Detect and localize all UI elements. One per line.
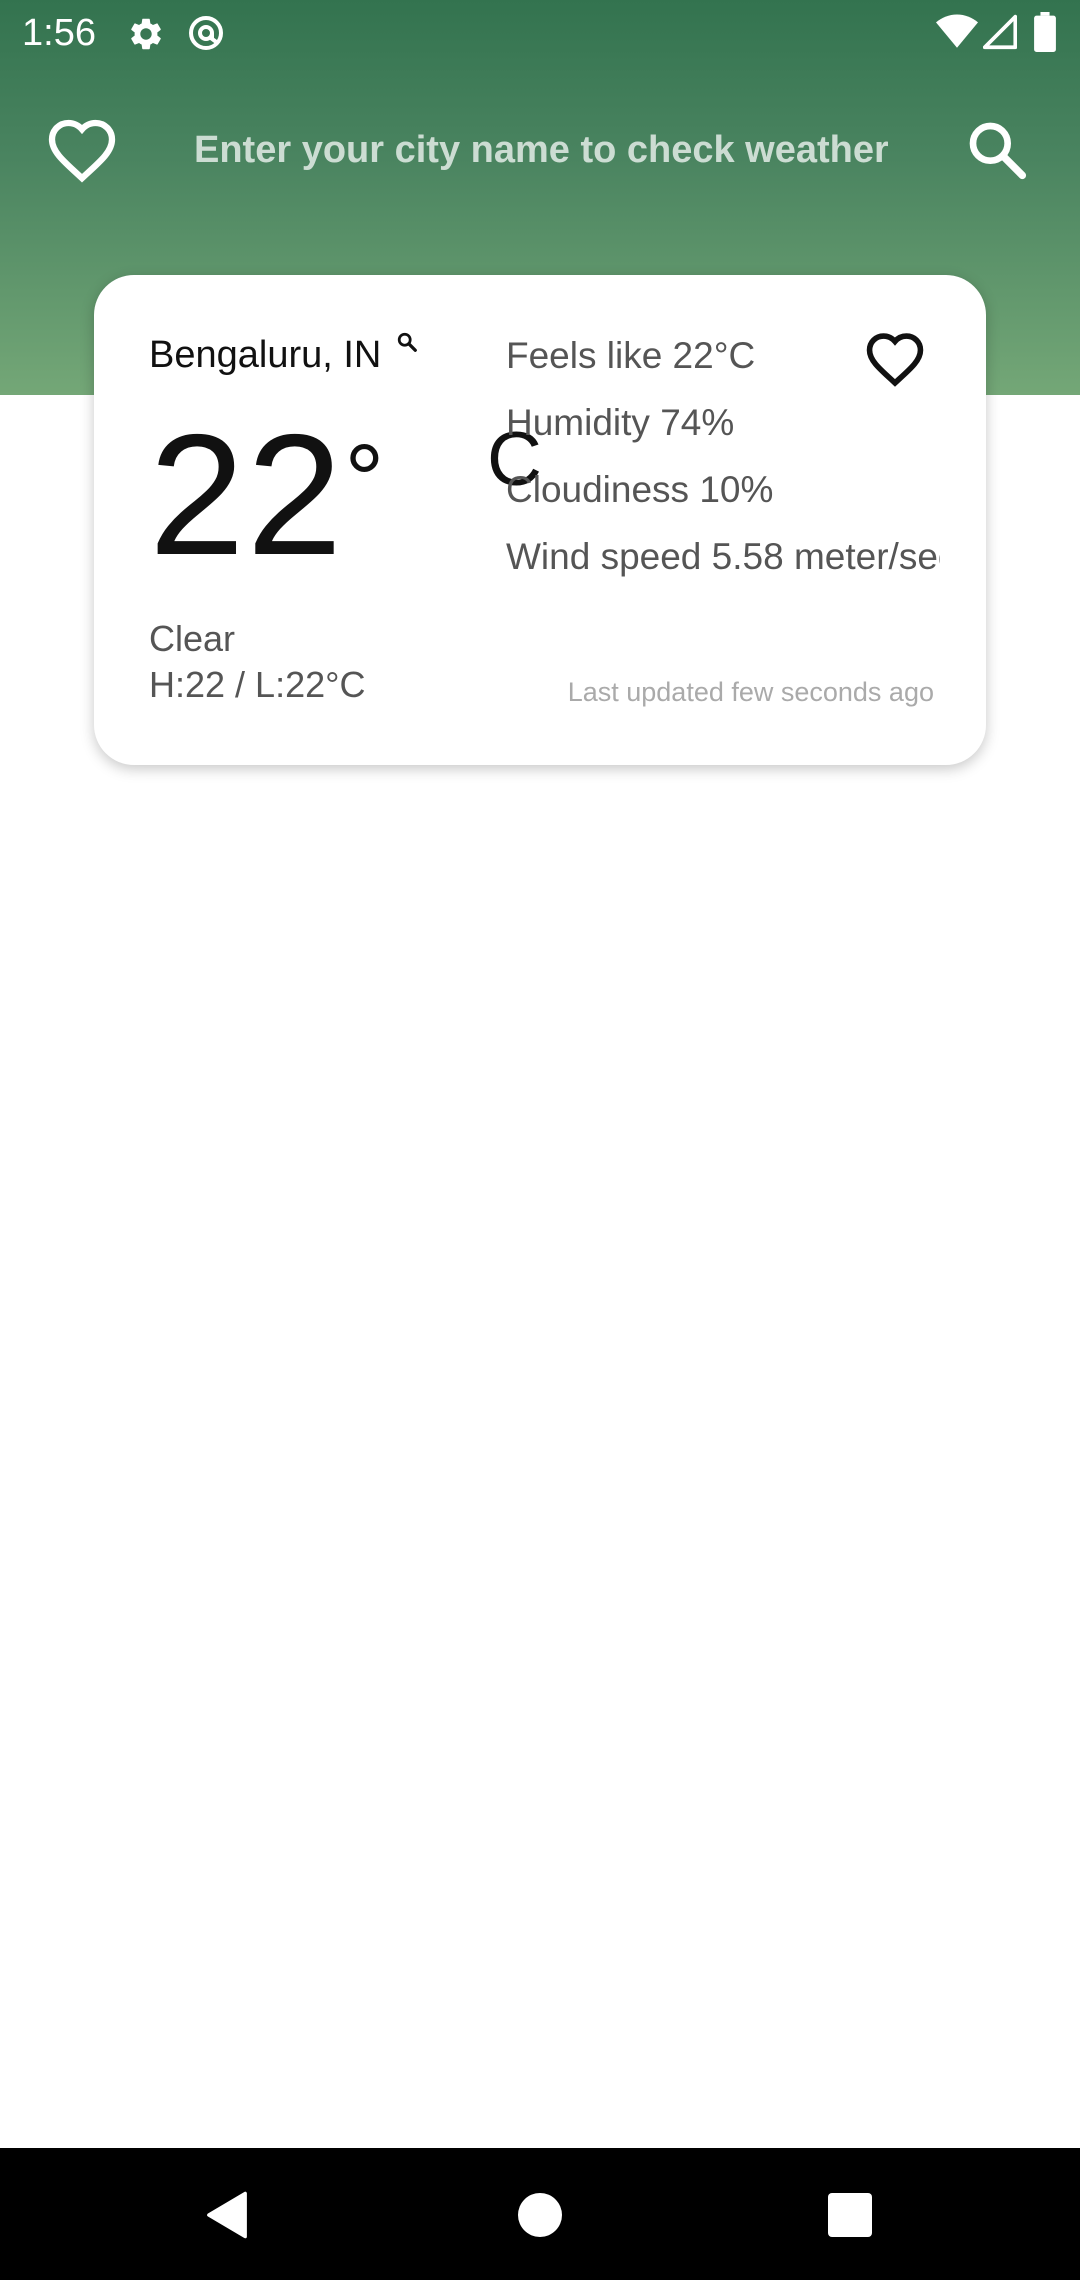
home-icon: [518, 2193, 562, 2237]
weather-card[interactable]: Bengaluru, IN 22° C Clear H:22 / L:22°C …: [94, 275, 986, 765]
last-updated-text: Last updated few seconds ago: [567, 677, 934, 707]
city-label: Bengaluru, IN: [149, 334, 382, 376]
battery-icon: [1034, 12, 1056, 52]
add-favorite-button[interactable]: [864, 331, 926, 387]
humidity: Humidity 74%: [506, 402, 735, 443]
nav-recents-button[interactable]: [815, 2180, 885, 2250]
recents-icon: [828, 2193, 872, 2237]
at-sign-icon: [189, 16, 223, 50]
feels-like: Feels like 22°C: [506, 335, 756, 376]
signal-icon: [983, 14, 1017, 50]
city-search-input[interactable]: [176, 118, 906, 182]
favorites-button[interactable]: [40, 110, 124, 190]
nav-home-button[interactable]: [505, 2180, 575, 2250]
app-bar: [0, 100, 1080, 200]
wind-speed: Wind speed 5.58 meter/sec: [506, 536, 940, 577]
status-bar: 1:56: [0, 0, 1080, 66]
nav-back-button[interactable]: [192, 2180, 262, 2250]
weather-condition: Clear: [149, 618, 236, 659]
heart-outline-icon: [48, 119, 116, 183]
search-icon: [969, 122, 1027, 180]
navigation-bar: [0, 2148, 1080, 2280]
status-time: 1:56: [22, 12, 96, 54]
back-icon: [207, 2191, 247, 2239]
degree-symbol: °: [344, 424, 387, 536]
high-low-temperature: H:22 / L:22°C: [149, 664, 366, 705]
wifi-icon: [936, 14, 978, 48]
cloudiness: Cloudiness 10%: [506, 469, 774, 510]
heart-outline-icon: [866, 333, 924, 387]
settings-icon: [131, 18, 161, 50]
temperature-value: 22°: [149, 399, 387, 591]
search-icon: [397, 332, 417, 352]
search-button[interactable]: [955, 110, 1039, 190]
